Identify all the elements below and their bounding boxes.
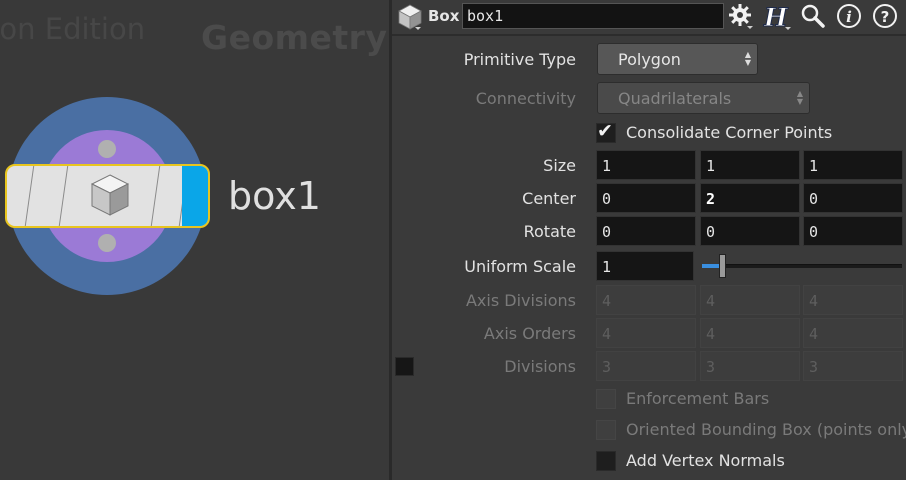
axis-divisions-y-field[interactable]: 4 [700,285,800,315]
size-y-field[interactable]: 1 [700,150,800,180]
checkmark-icon: ✔ [597,120,613,142]
node-output-port[interactable] [98,234,116,252]
axis-divisions-x-field[interactable]: 4 [596,285,696,315]
rotate-x-field[interactable]: 0 [596,216,696,246]
svg-text:H: H [763,3,789,31]
consolidate-row: ✔ Consolidate Corner Points [392,120,906,150]
parameter-header: Box box1 H i ? [392,0,906,33]
enforcement-bars-row: Enforcement Bars [392,386,906,416]
node-stripe [24,166,35,226]
connectivity-value: Quadrilaterals [618,89,732,108]
menu-arrows-icon: ▲ ▼ [796,89,803,106]
parameter-pane: Box box1 H i ? Primitive Type Polygon ▲ … [392,0,906,480]
rotate-row: Rotate 0 0 0 [392,216,906,246]
axis-orders-row: Axis Orders 4 4 4 [392,318,906,348]
network-view[interactable]: tion Edition Geometry box1 [0,0,389,480]
divisions-x-field[interactable]: 3 [596,351,696,381]
box-node[interactable] [5,164,210,228]
size-z-field[interactable]: 1 [803,150,903,180]
node-stripe [58,166,69,226]
center-y-field[interactable]: 2 [700,183,800,213]
oriented-bbox-label: Oriented Bounding Box (points only) [626,420,906,439]
edition-watermark: tion Edition [0,12,146,46]
size-x-field[interactable]: 1 [596,150,696,180]
connectivity-row: Connectivity Quadrilaterals ▲ ▼ [392,82,906,114]
size-label: Size [543,156,576,175]
menu-arrows-icon: ▲ ▼ [744,50,751,67]
add-vertex-normals-row: Add Vertex Normals [392,448,906,478]
center-row: Center 0 2 0 [392,183,906,213]
axis-divisions-label: Axis Divisions [465,291,576,310]
gear-icon[interactable] [728,3,754,29]
uniform-scale-row: Uniform Scale 1 [392,251,906,281]
node-input-port[interactable] [98,140,116,158]
center-z-field[interactable]: 0 [803,183,903,213]
display-flag[interactable] [182,166,208,226]
box-node-icon [90,174,130,216]
divisions-label: Divisions [504,357,576,376]
center-label: Center [522,189,576,208]
divisions-y-field[interactable]: 3 [700,351,800,381]
uniform-scale-field[interactable]: 1 [596,251,694,281]
header-separator [392,34,906,36]
axis-orders-x-field[interactable]: 4 [596,318,696,348]
houdini-help-icon[interactable]: H [762,3,791,33]
svg-text:?: ? [881,8,890,26]
context-label: Geometry [201,18,388,57]
uniform-scale-slider-track[interactable] [702,264,902,268]
divisions-z-field[interactable]: 3 [803,351,903,381]
box-type-icon[interactable] [397,3,423,31]
rotate-y-field[interactable]: 0 [700,216,800,246]
divisions-row: Divisions 3 3 3 [392,351,906,381]
uniform-scale-label: Uniform Scale [464,257,576,276]
axis-divisions-row: Axis Divisions 4 4 4 [392,285,906,315]
node-name-field[interactable]: box1 [462,3,724,29]
node-stripe [150,166,161,226]
consolidate-label: Consolidate Corner Points [626,123,833,142]
primitive-type-menu[interactable]: Polygon ▲ ▼ [597,43,758,75]
add-vertex-normals-label: Add Vertex Normals [626,451,785,470]
axis-divisions-z-field[interactable]: 4 [803,285,903,315]
node-name-label: box1 [228,174,321,218]
axis-orders-z-field[interactable]: 4 [803,318,903,348]
primitive-type-value: Polygon [618,50,681,69]
oriented-bbox-checkbox[interactable] [596,420,616,440]
primitive-type-label: Primitive Type [463,50,576,69]
enforcement-bars-label: Enforcement Bars [626,389,770,408]
rotate-z-field[interactable]: 0 [803,216,903,246]
uniform-scale-slider-handle[interactable] [719,254,726,278]
axis-orders-label: Axis Orders [483,324,576,343]
connectivity-label: Connectivity [475,89,576,108]
center-x-field[interactable]: 0 [596,183,696,213]
svg-text:i: i [846,8,852,26]
enforcement-bars-checkbox[interactable] [596,389,616,409]
connectivity-menu[interactable]: Quadrilaterals ▲ ▼ [597,82,810,114]
info-icon[interactable]: i [836,3,862,29]
oriented-bbox-row: Oriented Bounding Box (points only) [392,417,906,447]
rotate-label: Rotate [523,222,576,241]
help-icon[interactable]: ? [872,3,898,29]
search-icon[interactable] [800,3,826,29]
primitive-type-row: Primitive Type Polygon ▲ ▼ [392,43,906,75]
add-vertex-normals-checkbox[interactable] [596,451,616,471]
node-type-label: Box [428,7,460,25]
axis-orders-y-field[interactable]: 4 [700,318,800,348]
size-row: Size 1 1 1 [392,150,906,180]
